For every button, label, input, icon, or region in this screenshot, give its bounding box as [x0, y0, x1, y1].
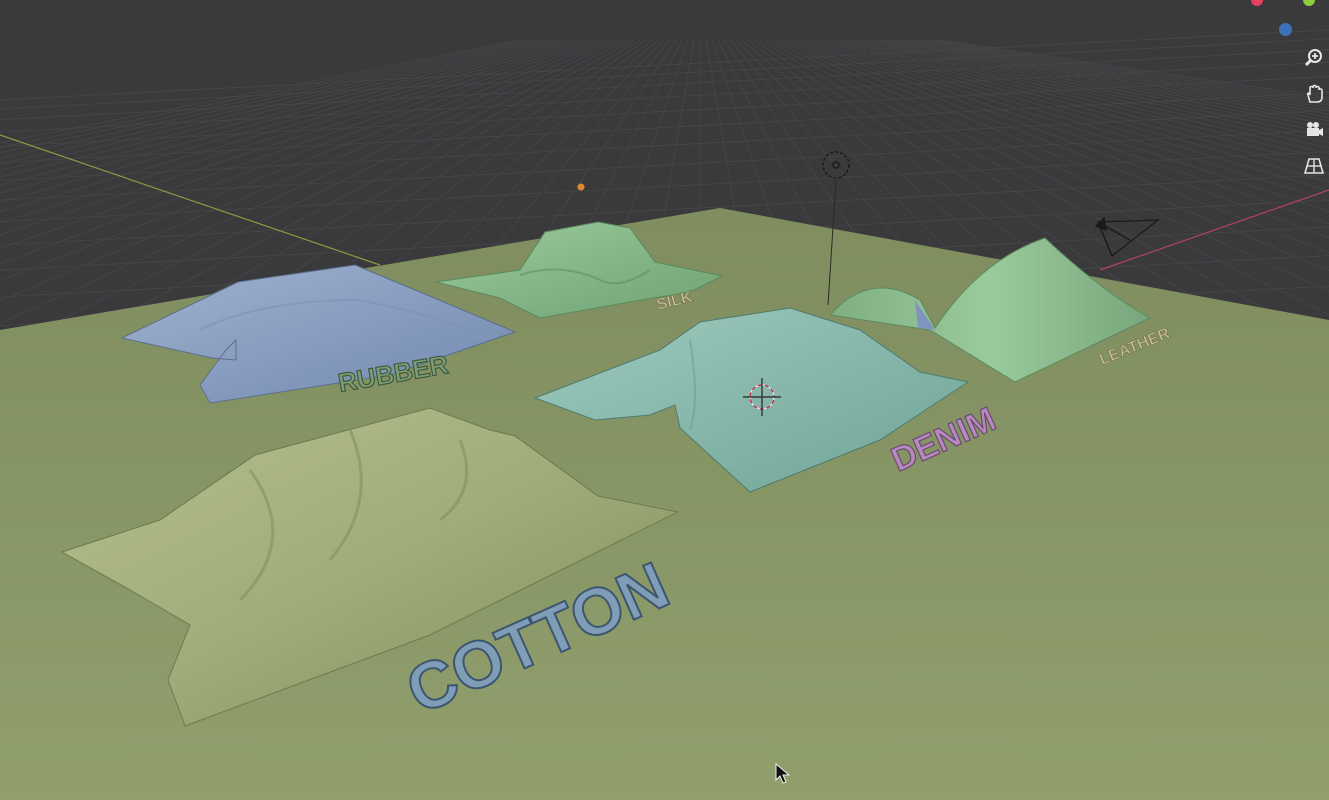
zoom-in-icon	[1304, 49, 1322, 67]
navigation-gizmo[interactable]	[1249, 0, 1329, 40]
camera-view-button[interactable]	[1299, 114, 1329, 146]
pan-button[interactable]	[1299, 78, 1329, 110]
gizmo-z-axis[interactable]	[1279, 23, 1292, 36]
grid-perspective-icon	[1304, 158, 1324, 174]
zoom-button[interactable]	[1299, 42, 1329, 74]
gizmo-y-axis[interactable]	[1303, 0, 1315, 6]
perspective-toggle-button[interactable]	[1299, 150, 1329, 182]
scene-canvas[interactable]: RUBBER SILK LEATHER DENIM COTTON	[0, 0, 1329, 800]
grid-line	[0, 61, 1329, 133]
camera-icon	[1307, 122, 1323, 136]
mouse-pointer-icon	[775, 763, 791, 784]
viewport-navigation-tools	[1299, 42, 1329, 182]
gizmo-x-axis[interactable]	[1251, 0, 1263, 6]
y-axis-line	[0, 134, 381, 266]
hand-icon	[1306, 84, 1323, 103]
3d-viewport[interactable]: RUBBER SILK LEATHER DENIM COTTON	[0, 0, 1329, 800]
camera-object[interactable]	[1094, 216, 1160, 258]
object-origin[interactable]	[577, 183, 585, 191]
